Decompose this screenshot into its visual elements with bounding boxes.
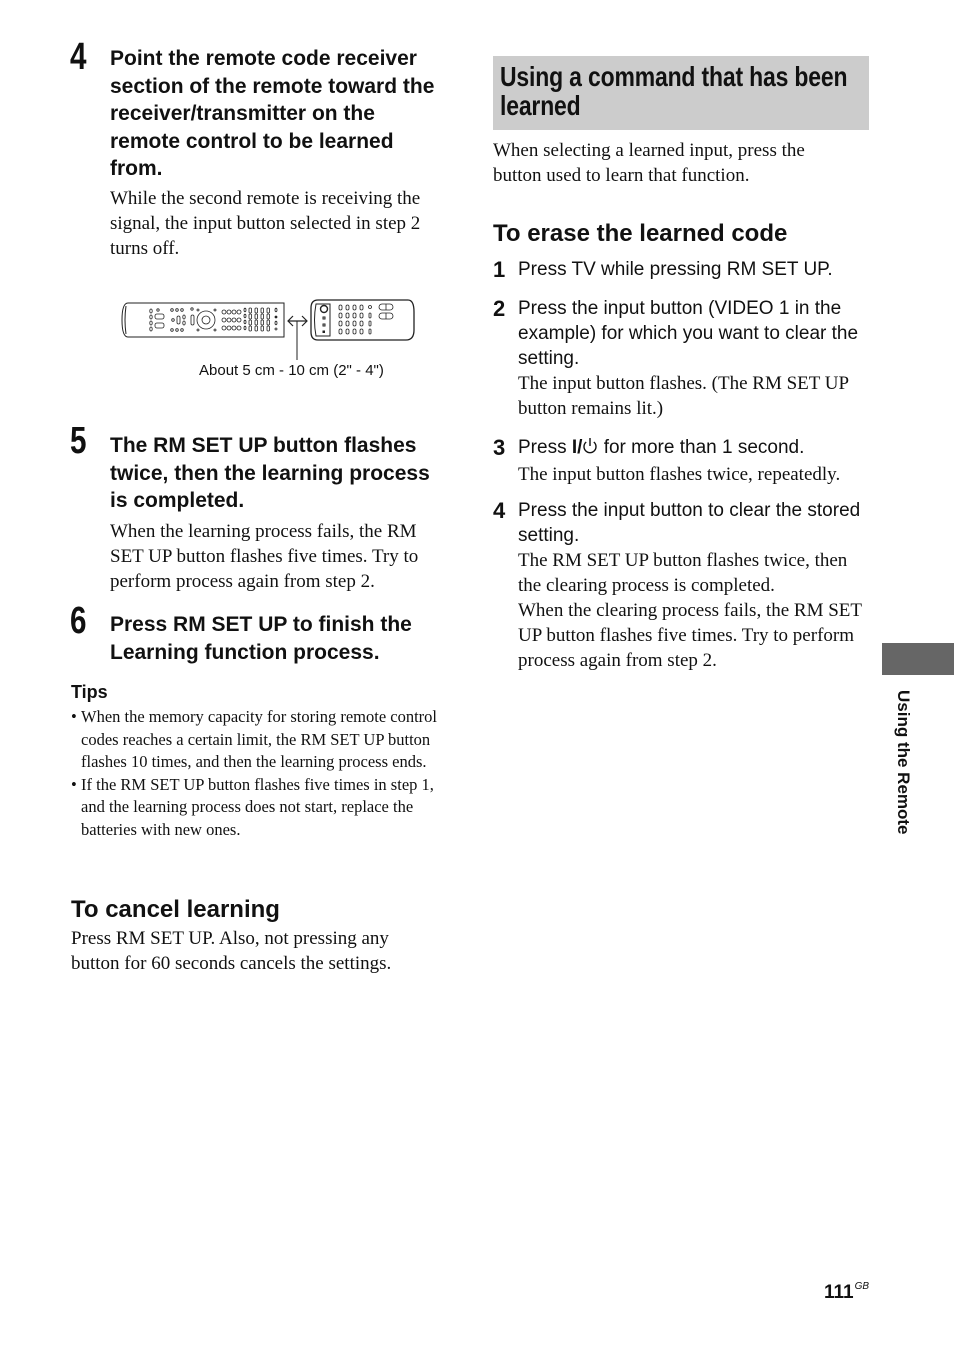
bullet-icon: • [71,774,77,794]
erase-step-note: The RM SET UP button flashes twice, then… [518,550,848,596]
power-icon [582,437,598,462]
erase-step-3: 3 Press I/ for more than 1 second. The i… [493,435,873,487]
step-6-number: 6 [70,600,87,642]
erase-step-note-2: When the clearing process fails, the RM … [518,600,862,671]
erase-step-number: 2 [493,296,506,321]
step-4-heading: Point the remote code receiver section o… [110,47,435,180]
erase-step-number: 3 [493,435,506,460]
side-tab-marker [882,643,954,675]
receiver-transmitter-remote-icon [310,299,415,341]
figure-caption: About 5 cm - 10 cm (2" - 4") [199,362,384,379]
cancel-learning-heading: To cancel learning [71,896,280,923]
erase-step-number: 4 [493,498,506,523]
erase-step-1: 1 Press TV while pressing RM SET UP. [493,257,873,282]
step-6-heading: Press RM SET UP to finish the Learning f… [110,613,412,664]
erase-step-text: Press the input button (VIDEO 1 in the e… [518,298,859,369]
step-5-number: 5 [70,420,87,462]
step-5-heading: The RM SET UP button flashes twice, then… [110,434,430,512]
side-tab-label: Using the Remote [894,690,913,835]
step-4-body: While the second remote is receiving the… [110,188,421,259]
tips-list: • When the memory capacity for storing re… [71,706,447,841]
bullet-icon: • [71,707,77,726]
cancel-learning-body: Press RM SET UP. Also, not pressing any … [71,928,392,974]
double-arrow-icon [287,315,308,360]
section-body: When selecting a learned input, press th… [493,140,805,186]
erase-step-note: The input button flashes twice, repeated… [518,464,841,485]
tip-item: • When the memory capacity for storing re… [71,707,437,771]
page-suffix: GB [854,1281,870,1292]
erase-step-number: 1 [493,257,506,282]
erase-heading: To erase the learned code [493,220,788,247]
remote-illustration [121,299,415,360]
erase-step-text: Press the input button to clear the stor… [518,500,861,546]
erase-step-note: The input button flashes. (The RM SET UP… [518,373,849,419]
erase-step-4: 4 Press the input button to clear the st… [493,498,873,673]
step-4-number: 4 [70,36,87,78]
tip-item: • If the RM SET UP button flashes five ti… [71,774,434,839]
section-title: Using a command that has been learned [500,61,848,121]
step-5-body: When the learning process fails, the RM … [110,521,419,592]
remote-control-icon [121,302,285,338]
page-number: 111GB [824,1281,870,1303]
tips-heading: Tips [71,682,108,702]
section-header-box: Using a command that has been learned [493,56,869,130]
erase-step-text: Press I/ for more than 1 second. [518,435,873,462]
erase-step-text: Press TV while pressing RM SET UP. [518,259,833,280]
erase-step-2: 2 Press the input button (VIDEO 1 in the… [493,296,873,421]
